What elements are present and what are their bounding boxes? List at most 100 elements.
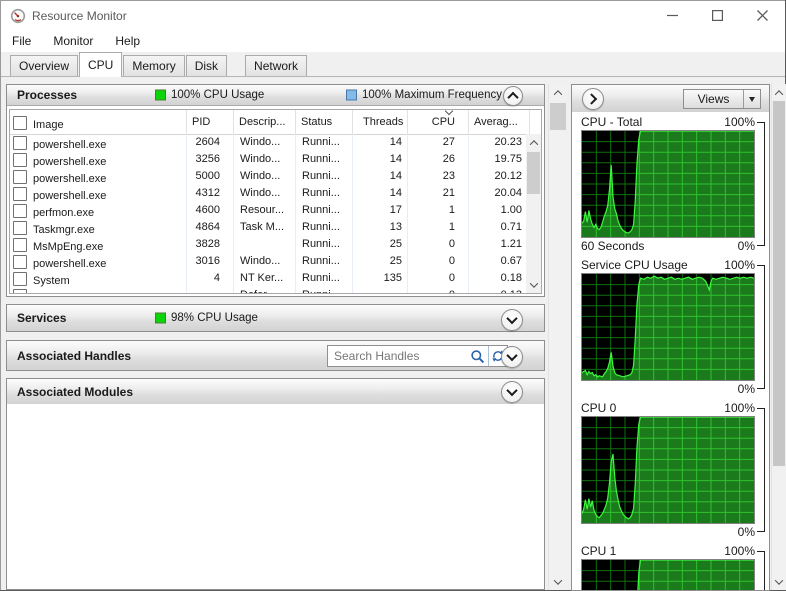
cpu-usage-graph [581, 273, 755, 381]
graph-time-label: 60 Seconds [581, 239, 645, 253]
scroll-up-icon[interactable] [549, 84, 567, 101]
table-row[interactable]: powershell.exe 3256 Windo... Runni... 14 26 19… [10, 151, 530, 168]
modules-header-bar: Associated Modules [7, 379, 544, 405]
scroll-up-icon[interactable] [772, 84, 786, 101]
menu-item-monitor[interactable]: Monitor [42, 30, 104, 52]
table-row[interactable]: perfmon.exe 4600 Resour... Runni... 17 1 1.00 [10, 202, 530, 219]
row-checkbox[interactable] [13, 221, 27, 235]
column-header-cpu[interactable]: CPU [408, 110, 469, 134]
menu-item-help[interactable]: Help [104, 30, 151, 52]
graph-footer-row: 60 Seconds 0% [581, 238, 755, 254]
panel-collapse-button[interactable] [582, 88, 604, 110]
graph-block-cpu-total: CPU - Total 100% 60 Seconds 0% [581, 114, 769, 254]
table-row[interactable]: powershell.exe 4312 Windo... Runni... 14 21 20… [10, 185, 530, 202]
handles-section: Associated Handles [6, 340, 545, 371]
header-checkbox[interactable] [13, 116, 27, 130]
cell-desc [234, 236, 296, 253]
column-header-averag[interactable]: Averag... [469, 110, 530, 134]
column-header-descrip[interactable]: Descrip... [234, 110, 296, 134]
chevron-up-icon [507, 91, 519, 104]
graph-min-label: 0% [737, 382, 755, 396]
views-dropdown-arrow[interactable] [743, 90, 760, 108]
table-row[interactable]: powershell.exe 2604 Windo... Runni... 14 27 20… [10, 134, 530, 151]
tab-cpu[interactable]: CPU [79, 52, 123, 77]
table-row[interactable]: System Interrupts Defer...Runni... 00.13 [10, 287, 530, 293]
graph-label-row: CPU - Total 100% [581, 114, 755, 130]
row-checkbox[interactable] [13, 255, 27, 269]
row-checkbox[interactable] [13, 289, 27, 293]
table-row[interactable]: powershell.exe 5000 Windo... Runni... 14 23 20… [10, 168, 530, 185]
main-scrollbar[interactable] [548, 84, 567, 590]
image-name: System [33, 275, 70, 287]
services-usage-swatch [155, 312, 166, 324]
tab-disk[interactable]: Disk [185, 55, 228, 76]
graph-label-row: Service CPU Usage 100% [581, 257, 755, 273]
resource-monitor-window: Resource Monitor File Monitor Help Overvie… [0, 0, 786, 591]
modules-expand-button[interactable] [501, 381, 523, 403]
views-button[interactable]: Views [683, 89, 761, 109]
graph-max-label: 100% [724, 401, 755, 415]
scrollbar-thumb[interactable] [550, 103, 566, 130]
cell-threads: 14 [353, 151, 408, 168]
cell-status: Runni... [296, 134, 353, 151]
chevron-down-icon [749, 96, 755, 102]
right-scrollbar[interactable] [771, 84, 786, 590]
tab-overview[interactable]: Overview [10, 55, 79, 76]
search-icon[interactable] [466, 346, 488, 366]
handles-expand-button[interactable] [501, 346, 523, 368]
cell-threads: 135 [353, 270, 408, 287]
cell-pid: 4 [187, 270, 234, 287]
tab-memory[interactable]: Memory [123, 55, 185, 76]
table-row[interactable]: System 4 NT Ker... Runni... 135 0 0.18 [10, 270, 530, 287]
graph-title: CPU 1 [581, 544, 617, 558]
row-checkbox[interactable] [13, 238, 27, 252]
row-checkbox[interactable] [13, 187, 27, 201]
column-header-threads[interactable]: Threads [353, 110, 408, 134]
tab-network[interactable]: Network [245, 55, 308, 76]
scrollbar-thumb[interactable] [527, 152, 540, 194]
graph-max-label: 100% [724, 258, 755, 272]
search-handles-input[interactable] [328, 349, 466, 363]
services-header-bar: Services 98% CPU Usage [7, 305, 544, 331]
maximize-button[interactable] [695, 1, 740, 30]
row-checkbox[interactable] [13, 272, 27, 286]
menu-bar: File Monitor Help [1, 30, 785, 53]
table-row[interactable]: powershell.exe 3016 Windo... Runni... 25 0 0.6… [10, 253, 530, 270]
column-header-image[interactable]: Image [10, 110, 187, 134]
menu-item-file[interactable]: File [1, 30, 42, 52]
graph-label-row: CPU 1 100% [581, 543, 755, 559]
close-button[interactable] [740, 1, 785, 30]
cell-threads: 13 [353, 219, 408, 236]
services-expand-button[interactable] [501, 309, 523, 331]
cell-image: powershell.exe [10, 253, 187, 270]
scrollbar-thumb[interactable] [773, 101, 785, 466]
scroll-down-icon[interactable] [526, 276, 541, 293]
row-checkbox[interactable] [13, 153, 27, 167]
cell-image: powershell.exe [10, 151, 187, 168]
scroll-down-icon[interactable] [772, 573, 786, 590]
row-checkbox[interactable] [13, 204, 27, 218]
cell-avg: 1.00 [469, 202, 530, 219]
column-header-label: CPU [431, 116, 455, 128]
services-usage-label: 98% CPU Usage [171, 312, 258, 324]
cell-desc: Defer... [234, 287, 296, 293]
cell-status: Runni... [296, 185, 353, 202]
scroll-down-icon[interactable] [549, 573, 567, 590]
row-checkbox[interactable] [13, 136, 27, 150]
table-row[interactable]: MsMpEng.exe 3828 Runni... 25 0 1.21 [10, 236, 530, 253]
cell-status: Runni... [296, 151, 353, 168]
cell-avg: 19.75 [469, 151, 530, 168]
scroll-up-icon[interactable] [526, 134, 541, 151]
column-header-status[interactable]: Status [296, 110, 353, 134]
minimize-button[interactable] [650, 1, 695, 30]
image-name: Taskmgr.exe [33, 224, 95, 236]
processes-table-header: Image PID Descrip... Status Threads CPU Averag… [10, 110, 530, 135]
processes-collapse-button[interactable] [503, 86, 523, 106]
column-header-label: PID [192, 116, 211, 128]
max-frequency-swatch [346, 89, 357, 101]
row-checkbox[interactable] [13, 170, 27, 184]
handles-title: Associated Handles [17, 348, 132, 363]
processes-table-scrollbar[interactable] [526, 134, 541, 293]
table-row[interactable]: Taskmgr.exe 4864 Task M... Runni... 13 1 0.71 [10, 219, 530, 236]
column-header-pid[interactable]: PID [187, 110, 234, 134]
